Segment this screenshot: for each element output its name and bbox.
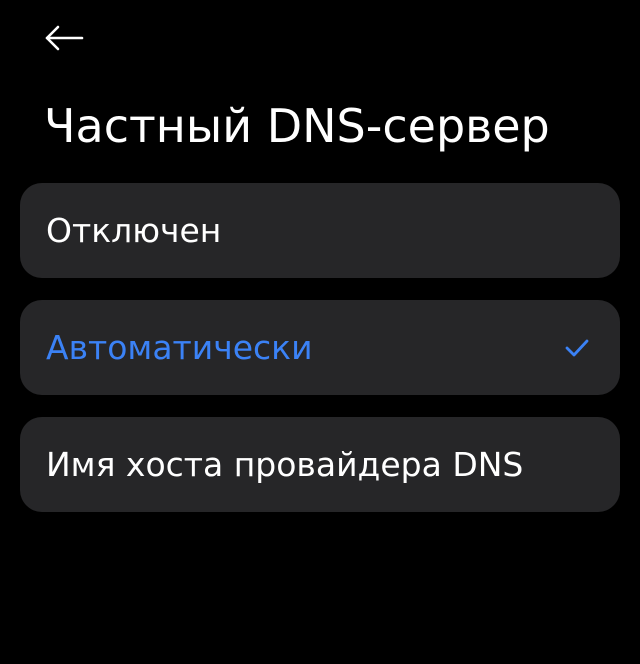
checkmark-icon bbox=[564, 337, 590, 359]
back-button[interactable] bbox=[38, 16, 90, 60]
option-automatic[interactable]: Автоматически bbox=[20, 300, 620, 395]
option-label: Имя хоста провайдера DNS bbox=[46, 444, 524, 484]
option-label: Отключен bbox=[46, 210, 222, 250]
page-title: Частный DNS-сервер bbox=[44, 99, 550, 153]
option-provider-hostname[interactable]: Имя хоста провайдера DNS bbox=[20, 417, 620, 512]
option-label: Автоматически bbox=[46, 327, 313, 367]
option-disabled[interactable]: Отключен bbox=[20, 183, 620, 278]
dns-mode-options: Отключен Автоматически Имя хоста провайд… bbox=[20, 183, 620, 534]
arrow-left-icon bbox=[44, 24, 84, 52]
